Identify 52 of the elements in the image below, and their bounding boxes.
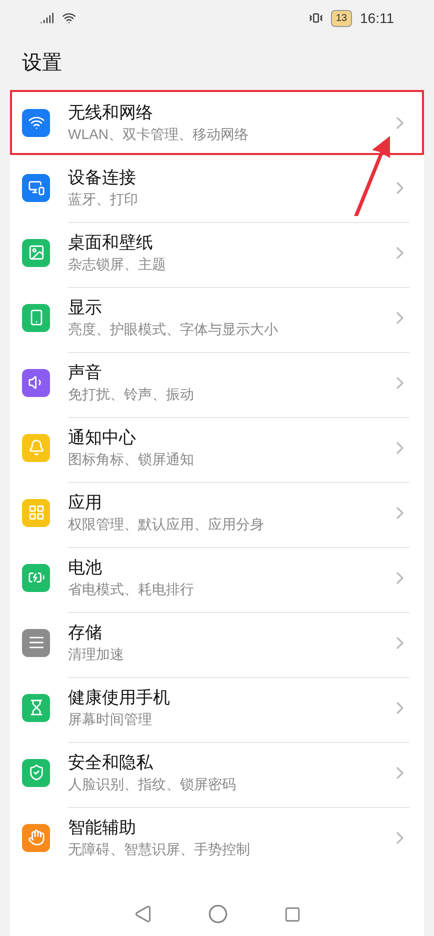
settings-item[interactable]: 声音 免打扰、铃声、振动 bbox=[10, 350, 424, 415]
item-title: 显示 bbox=[68, 297, 103, 318]
item-subtitle: 杂志锁屏、主题 bbox=[68, 256, 167, 274]
item-subtitle: 图标角标、锁屏通知 bbox=[68, 451, 195, 469]
item-subtitle: 清理加速 bbox=[68, 646, 125, 664]
item-title: 智能辅助 bbox=[68, 817, 137, 838]
item-title: 健康使用手机 bbox=[68, 687, 171, 708]
settings-item[interactable]: 电池 省电模式、耗电排行 bbox=[10, 545, 424, 610]
item-title: 声音 bbox=[68, 362, 103, 384]
settings-item[interactable]: 安全和隐私 人脸识别、指纹、锁屏密码 bbox=[10, 740, 424, 805]
image-icon bbox=[28, 244, 44, 261]
vibrate-icon bbox=[308, 11, 323, 25]
devices-icon bbox=[28, 179, 44, 196]
item-subtitle: 免打扰、铃声、振动 bbox=[68, 386, 195, 404]
item-title: 通知中心 bbox=[68, 427, 137, 448]
item-subtitle: 省电模式、耗电排行 bbox=[68, 581, 195, 599]
list-icon bbox=[28, 634, 44, 651]
grid-icon bbox=[28, 504, 44, 521]
shield-icon bbox=[28, 764, 44, 781]
item-title: 无线和网络 bbox=[68, 102, 154, 123]
settings-item[interactable]: 无线和网络 WLAN、双卡管理、移动网络 bbox=[10, 90, 424, 155]
settings-item[interactable]: 桌面和壁纸 杂志锁屏、主题 bbox=[10, 220, 424, 285]
item-title: 存储 bbox=[68, 622, 103, 644]
settings-item[interactable]: 健康使用手机 屏幕时间管理 bbox=[10, 675, 424, 740]
settings-item[interactable]: 通知中心 图标角标、锁屏通知 bbox=[10, 415, 424, 480]
item-title: 应用 bbox=[68, 492, 103, 514]
page-title: 设置 bbox=[21, 51, 63, 76]
home-icon[interactable] bbox=[208, 904, 228, 924]
item-title: 桌面和壁纸 bbox=[68, 232, 154, 254]
signal-icon bbox=[40, 11, 54, 25]
hand-icon bbox=[28, 829, 44, 846]
item-subtitle: WLAN、双卡管理、移动网络 bbox=[68, 126, 250, 144]
item-subtitle: 无障碍、智慧识屏、手势控制 bbox=[68, 841, 251, 859]
item-title: 设备连接 bbox=[68, 166, 137, 188]
battery-level: 13 bbox=[330, 10, 352, 26]
settings-item[interactable]: 应用 权限管理、默认应用、应用分身 bbox=[10, 480, 424, 545]
settings-item[interactable]: 智能辅助 无障碍、智慧识屏、手势控制 bbox=[10, 805, 424, 870]
item-subtitle: 权限管理、默认应用、应用分身 bbox=[68, 516, 265, 534]
item-title: 电池 bbox=[68, 557, 103, 578]
settings-item[interactable]: 存储 清理加速 bbox=[10, 610, 424, 675]
settings-item[interactable]: 显示 亮度、护眼模式、字体与显示大小 bbox=[10, 285, 424, 350]
clock: 16:11 bbox=[360, 8, 394, 28]
item-title: 安全和隐私 bbox=[68, 752, 154, 774]
back-icon[interactable] bbox=[134, 905, 152, 923]
bell-icon bbox=[28, 439, 44, 456]
item-subtitle: 屏幕时间管理 bbox=[68, 711, 153, 729]
item-subtitle: 人脸识别、指纹、锁屏密码 bbox=[68, 776, 237, 794]
wifi-icon bbox=[62, 11, 76, 25]
recents-icon[interactable] bbox=[284, 906, 300, 922]
item-subtitle: 亮度、护眼模式、字体与显示大小 bbox=[68, 321, 279, 339]
item-subtitle: 蓝牙、打印 bbox=[68, 190, 139, 208]
wifi-icon bbox=[28, 114, 44, 131]
